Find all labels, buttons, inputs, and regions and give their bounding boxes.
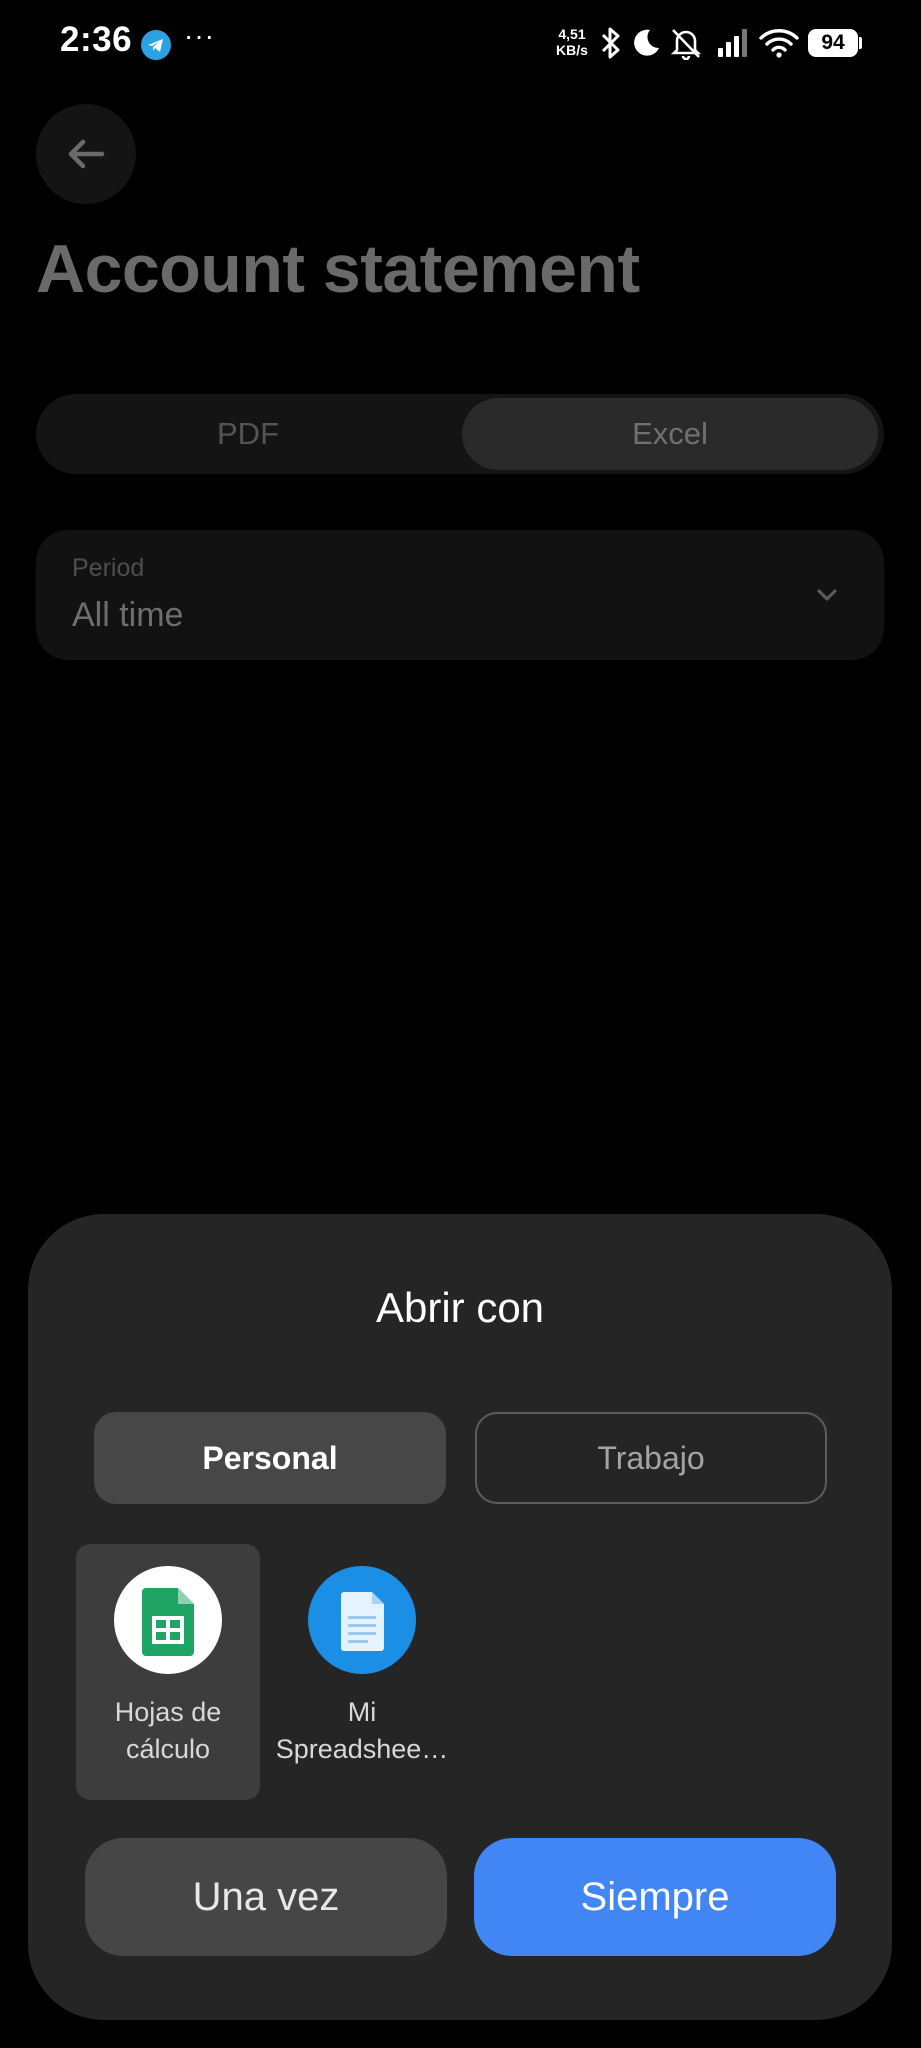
app-label-line-2: Spreadshee… — [275, 1734, 449, 1764]
network-speed-value: 4,51 — [558, 26, 586, 42]
back-button[interactable] — [36, 104, 136, 204]
open-with-sheet: Abrir con Personal Trabajo Hojas de cálc… — [28, 1214, 892, 2020]
tab-personal[interactable]: Personal — [94, 1412, 446, 1504]
status-bar: 2:36 ··· 4,51 KB/s 94 — [0, 0, 921, 90]
bluetooth-icon — [601, 27, 620, 59]
battery-icon: 94 — [808, 29, 858, 57]
sheet-title: Abrir con — [375, 1284, 545, 1331]
arrow-left-icon — [68, 139, 105, 169]
wifi-icon — [759, 29, 799, 58]
status-time: 2:36 — [60, 20, 133, 59]
just-once-button[interactable]: Una vez — [85, 1838, 447, 1956]
app-label-line-1: Mi — [347, 1697, 377, 1727]
telegram-icon — [141, 30, 171, 60]
app-label-line-1: Hojas de — [114, 1697, 222, 1727]
tab-trabajo[interactable]: Trabajo — [475, 1412, 827, 1504]
format-option-pdf[interactable]: PDF — [40, 398, 456, 470]
app-label-line-2: cálculo — [125, 1734, 211, 1764]
app-label: Mi Spreadshee… — [270, 1694, 454, 1768]
period-label: Period — [72, 554, 145, 582]
bell-off-icon — [670, 29, 702, 60]
period-dropdown[interactable]: Period All time — [36, 530, 884, 660]
battery-tip — [859, 37, 862, 49]
app-option-google-sheets[interactable]: Hojas de cálculo — [76, 1544, 260, 1800]
chevron-down-icon — [817, 589, 837, 601]
app-label: Hojas de cálculo — [76, 1694, 260, 1768]
format-option-excel[interactable]: Excel — [462, 398, 878, 470]
app-option-mi-spreadsheet[interactable]: Mi Spreadshee… — [270, 1544, 454, 1800]
format-toggle: PDF Excel — [36, 394, 884, 474]
page-title: Account statement — [36, 231, 640, 307]
period-value: All time — [72, 596, 184, 634]
moon-icon — [634, 29, 659, 56]
network-speed: 4,51 KB/s — [552, 26, 592, 58]
more-notifications-icon: ··· — [184, 20, 215, 51]
google-sheets-icon — [114, 1566, 222, 1674]
signal-icon — [718, 29, 747, 57]
network-speed-unit: KB/s — [556, 42, 588, 58]
always-button[interactable]: Siempre — [474, 1838, 836, 1956]
mi-spreadsheet-icon — [308, 1566, 416, 1674]
